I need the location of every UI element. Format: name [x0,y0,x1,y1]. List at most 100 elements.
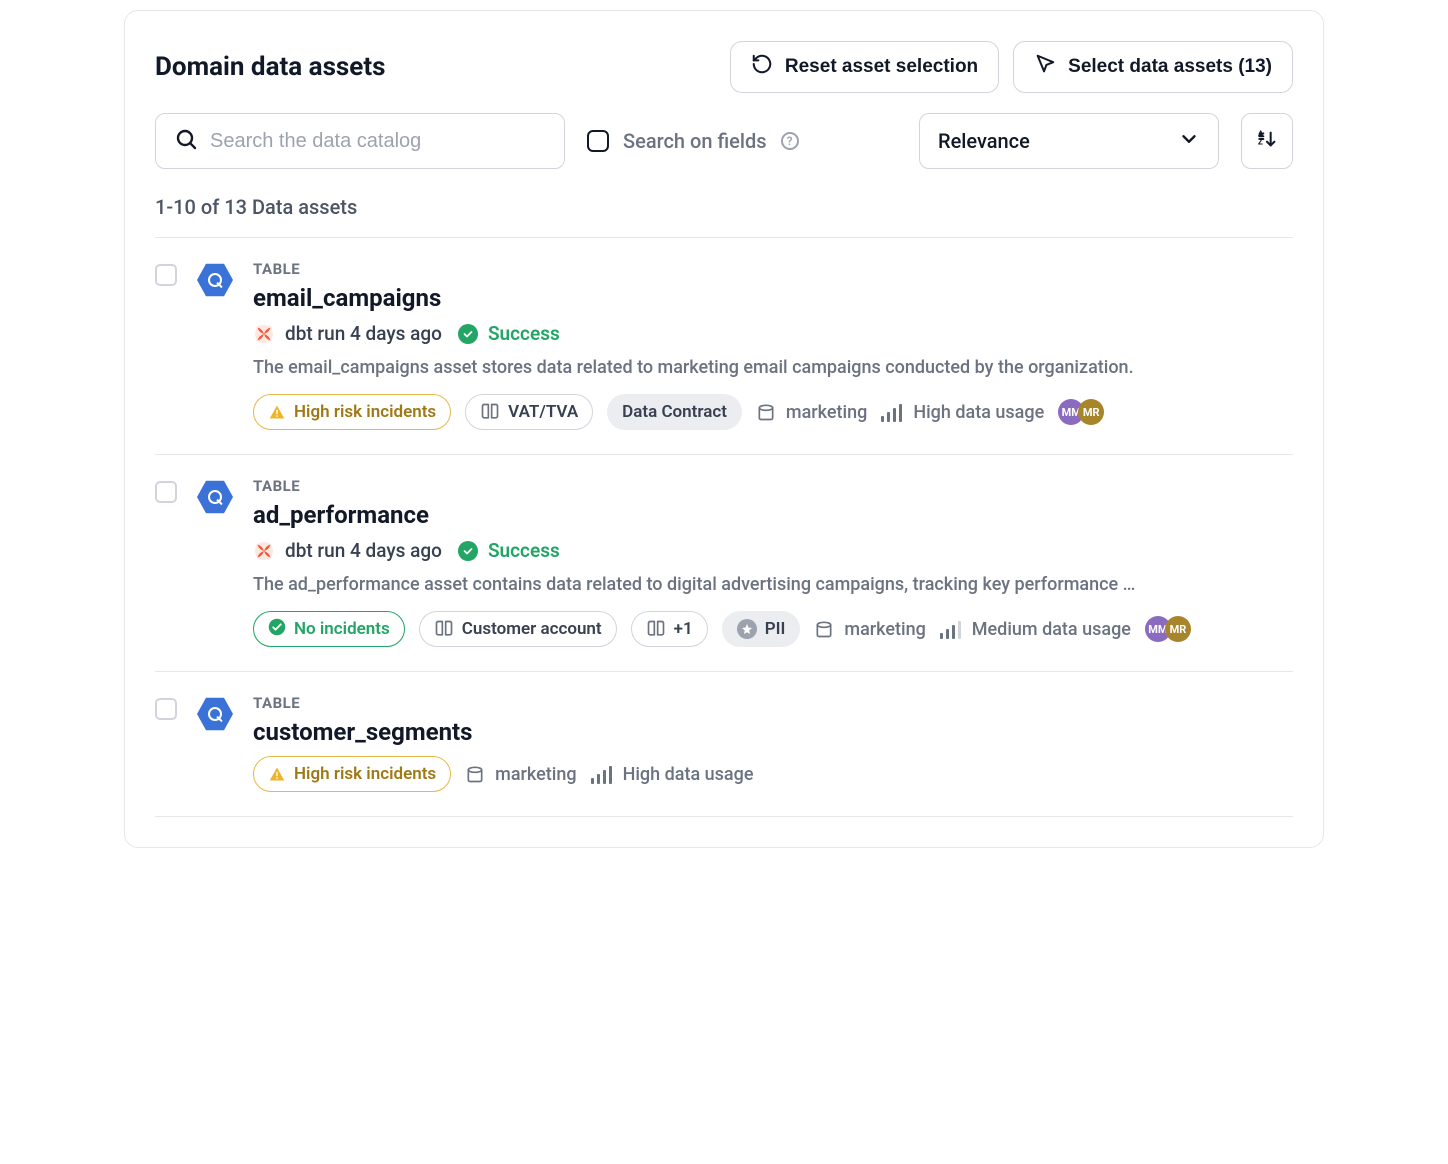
owner-avatars[interactable]: MMMR [1058,399,1104,425]
search-on-fields-checkbox[interactable] [587,130,609,152]
glossary-icon [434,619,454,639]
asset-type-label: TABLE [253,477,1293,495]
cursor-icon [1034,53,1056,81]
reset-selection-button[interactable]: Reset asset selection [730,41,999,93]
asset-description: The email_campaigns asset stores data re… [253,357,1293,378]
search-on-fields-group[interactable]: Search on fields ? [587,129,799,153]
reset-button-label: Reset asset selection [785,56,978,78]
help-icon[interactable]: ? [781,132,799,150]
star-icon [737,619,757,639]
success-check-icon [458,541,478,561]
list-item: TABLEemail_campaignsdbt run 4 days agoSu… [155,237,1293,454]
contract-label: Data Contract [622,402,727,422]
usage-tag: Medium data usage [940,619,1131,640]
domain-label: marketing [844,619,925,640]
database-icon [756,402,776,422]
sort-select[interactable]: Relevance [919,113,1219,169]
page-title: Domain data assets [155,52,385,82]
usage-bars-icon [591,764,613,784]
avatar: MR [1165,616,1191,642]
meta-row: High risk incidents VAT/TVA Data Contract m… [253,394,1293,430]
usage-bars-icon [940,619,962,639]
domain-tag: marketing [814,619,925,640]
topbar: Domain data assets Reset asset selection… [155,41,1293,93]
contract-pill[interactable]: PII [722,611,801,647]
bigquery-icon [197,696,233,732]
domain-tag: marketing [465,764,576,785]
contract-pill[interactable]: Data Contract [607,394,742,430]
list-item: TABLE ad_performancedbt run 4 days ago Suc… [155,454,1293,671]
incident-label: High risk incidents [294,764,436,784]
search-on-fields-label: Search on fields [623,129,767,153]
sort-direction-icon: A Z [1256,128,1278,154]
term-label: Customer account [462,619,602,639]
glossary-icon [646,619,666,639]
results-count: 1-10 of 13 Data assets [155,195,1293,219]
row-checkbox[interactable] [155,698,177,720]
meta-row: High risk incidents marketing High data us… [253,756,1293,792]
asset-name[interactable]: ad_performance [253,501,1293,529]
term-pill-more[interactable]: +1 [631,611,708,647]
search-input-wrap[interactable] [155,113,565,169]
run-status: Success [488,322,560,345]
incident-pill[interactable]: High risk incidents [253,394,451,430]
dbt-icon [253,540,275,562]
run-text: dbt run 4 days ago [285,539,442,562]
term-label: VAT/TVA [508,402,578,422]
item-body: TABLE customer_segments High risk incident… [253,694,1293,792]
glossary-icon [480,402,500,422]
page-container: Domain data assets Reset asset selection… [124,10,1324,848]
run-text: dbt run 4 days ago [285,322,442,345]
domain-tag: marketing [756,402,867,423]
warning-icon [268,404,286,420]
incident-pill[interactable]: High risk incidents [253,756,451,792]
asset-description: The ad_performance asset contains data r… [253,574,1293,595]
chevron-down-icon [1178,128,1200,155]
usage-label: High data usage [623,764,754,785]
incident-label: High risk incidents [294,402,436,422]
usage-tag: High data usage [881,402,1044,423]
domain-label: marketing [495,764,576,785]
usage-label: Medium data usage [972,619,1131,640]
item-body: TABLE ad_performancedbt run 4 days ago Suc… [253,477,1293,647]
asset-name[interactable]: email_campaigns [253,284,1293,312]
row-checkbox[interactable] [155,481,177,503]
bigquery-icon [197,479,233,515]
term-more-label: +1 [674,619,693,639]
search-icon [174,127,198,155]
incident-label: No incidents [294,619,390,639]
item-body: TABLEemail_campaignsdbt run 4 days agoSu… [253,260,1293,430]
contract-label: PII [765,619,786,639]
term-pill[interactable]: Customer account [419,611,617,647]
bigquery-icon [197,262,233,298]
reset-icon [751,53,773,81]
warning-icon [268,766,286,782]
controls-row: Search on fields ? Relevance A Z [155,113,1293,169]
asset-type-label: TABLE [253,694,1293,712]
usage-tag: High data usage [591,764,754,785]
meta-row: No incidents Customer account +1 PII marketi… [253,611,1293,647]
domain-label: marketing [786,402,867,423]
owner-avatars[interactable]: MMMR [1145,616,1191,642]
sort-direction-button[interactable]: A Z [1241,113,1293,169]
select-assets-button[interactable]: Select data assets (13) [1013,41,1293,93]
results-list: TABLE email_campaignsdbt run 4 days ago Su… [155,237,1293,817]
term-pill[interactable]: VAT/TVA [465,394,593,430]
database-icon [465,764,485,784]
asset-name[interactable]: customer_segments [253,718,1293,746]
row-checkbox[interactable] [155,264,177,286]
sort-value: Relevance [938,129,1030,153]
success-check-icon [458,324,478,344]
usage-bars-icon [881,402,903,422]
run-status: Success [488,539,560,562]
list-item: TABLE customer_segments High risk incident… [155,671,1293,817]
usage-label: High data usage [913,402,1044,423]
run-row: dbt run 4 days ago Success [253,539,1293,562]
svg-text:Z: Z [1258,138,1263,148]
search-input[interactable] [210,130,546,153]
success-icon [268,618,286,641]
incident-pill[interactable]: No incidents [253,611,405,647]
select-button-label: Select data assets (13) [1068,56,1272,78]
run-row: dbt run 4 days ago Success [253,322,1293,345]
avatar: MR [1078,399,1104,425]
